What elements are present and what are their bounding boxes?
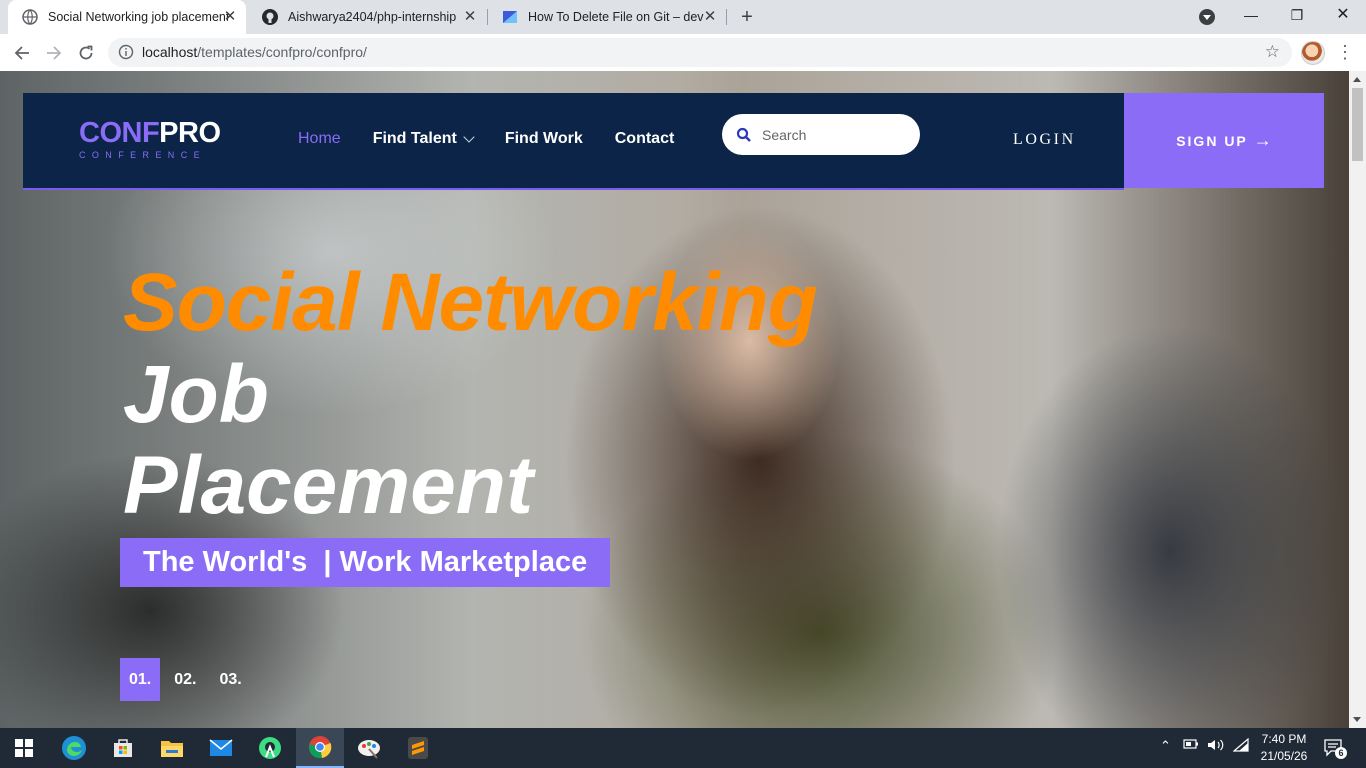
start-icon[interactable] <box>0 728 48 768</box>
slide-1-button[interactable]: 01. <box>120 658 161 701</box>
search-icon[interactable] <box>736 127 752 143</box>
page-scrollbar[interactable] <box>1349 71 1366 728</box>
tab-title: How To Delete File on Git – devco <box>528 10 704 24</box>
signup-label: SIGN UP <box>1176 132 1248 149</box>
tab-separator <box>726 9 727 25</box>
file-explorer-icon[interactable] <box>148 728 196 768</box>
sublime-icon[interactable] <box>394 728 442 768</box>
chrome-icon[interactable] <box>296 728 344 768</box>
mail-icon[interactable] <box>197 728 245 768</box>
hero-title-line2: Job <box>123 349 269 440</box>
address-bar[interactable]: localhost/templates/confpro/confpro/ ☆ <box>108 38 1292 67</box>
hero-tagline-text: The World's | Work Marketplace <box>143 546 588 578</box>
main-menu: Home Find Talent Find Work Contact <box>298 130 706 148</box>
new-tab-button[interactable]: + <box>736 6 758 28</box>
slide-2-button[interactable]: 02. <box>165 658 205 701</box>
nav-home[interactable]: Home <box>298 130 341 148</box>
android-studio-icon[interactable] <box>246 728 294 768</box>
volume-icon[interactable] <box>1207 738 1225 755</box>
profile-avatar[interactable] <box>1301 41 1325 65</box>
back-button[interactable] <box>9 40 35 66</box>
logo-text-conf: CONF <box>79 117 160 149</box>
url-host: localhost <box>142 44 198 60</box>
close-tab-icon[interactable]: ✕ <box>222 9 238 25</box>
scroll-up-arrow[interactable] <box>1353 77 1361 82</box>
scrollbar-thumb[interactable] <box>1352 88 1363 161</box>
hero-title-line1: Social Networking <box>123 257 818 348</box>
info-icon[interactable] <box>118 44 134 60</box>
edge-icon[interactable] <box>50 728 98 768</box>
page-viewport: CONFPRO CONFERENCE Home Find Talent Find… <box>0 71 1349 728</box>
site-header: CONFPRO CONFERENCE Home Find Talent Find… <box>23 93 1124 190</box>
close-tab-icon[interactable]: ✕ <box>462 9 478 25</box>
minimize-button[interactable]: — <box>1228 0 1274 30</box>
battery-icon[interactable] <box>1183 738 1199 753</box>
signup-button[interactable]: SIGN UP → <box>1124 93 1324 188</box>
browser-tab-bar: Social Networking job placement ✕ Aishwa… <box>0 0 1366 34</box>
search-input[interactable] <box>760 124 914 146</box>
github-icon <box>262 9 278 25</box>
close-tab-icon[interactable]: ✕ <box>702 9 718 25</box>
slide-3-button[interactable]: 03. <box>211 658 251 701</box>
reload-icon <box>79 45 93 60</box>
tab-title: Social Networking job placement <box>48 10 228 24</box>
nav-contact[interactable]: Contact <box>615 130 675 148</box>
clock-time: 7:40 PM <box>1261 732 1307 746</box>
nav-find-talent[interactable]: Find Talent <box>372 130 475 148</box>
devconnected-icon <box>502 9 518 25</box>
notification-center-icon[interactable]: 6 <box>1323 737 1347 759</box>
arrow-left-icon <box>14 46 29 60</box>
close-window-button[interactable]: ✕ <box>1320 0 1366 30</box>
nav-find-work[interactable]: Find Work <box>505 130 583 148</box>
site-search-box <box>722 114 920 155</box>
tab-search-icon[interactable] <box>1199 9 1215 25</box>
paint-icon[interactable] <box>345 728 393 768</box>
tab-title: Aishwarya2404/php-internship <box>288 10 457 24</box>
globe-icon <box>22 9 38 25</box>
bookmark-star-icon[interactable]: ☆ <box>1265 43 1280 61</box>
browser-tab-social-networking[interactable]: Social Networking job placement ✕ <box>8 0 246 34</box>
reload-button[interactable] <box>73 40 99 66</box>
browser-menu-icon[interactable]: ⋮ <box>1336 42 1354 62</box>
windows-taskbar: ⌃ 7:40 PM 21/05/26 6 <box>0 728 1366 768</box>
scroll-down-arrow[interactable] <box>1353 717 1361 722</box>
logo-text-pro: PRO <box>159 117 221 149</box>
chevron-down-icon <box>463 130 475 143</box>
arrow-right-icon: → <box>1253 130 1272 150</box>
restore-button[interactable]: ❐ <box>1274 0 1320 30</box>
nav-find-talent-label: Find Talent <box>372 130 457 147</box>
logo-tagline: CONFERENCE <box>79 150 207 160</box>
arrow-right-icon <box>47 46 62 60</box>
browser-toolbar: localhost/templates/confpro/confpro/ ☆ ⋮ <box>0 34 1366 72</box>
hero-tagline: The World's | Work Marketplace <box>120 538 611 587</box>
url-path: /templates/confpro/confpro/ <box>197 44 367 60</box>
site-logo[interactable]: CONFPRO CONFERENCE <box>79 118 221 160</box>
notification-count: 6 <box>1335 747 1347 759</box>
tray-chevron-up-icon[interactable]: ⌃ <box>1160 738 1171 754</box>
clock-date: 21/05/26 <box>1260 749 1308 763</box>
login-link[interactable]: LOGIN <box>1013 131 1076 149</box>
browser-tab-github[interactable]: Aishwarya2404/php-internship ✕ <box>248 0 486 34</box>
forward-button[interactable] <box>41 40 67 66</box>
wifi-icon[interactable] <box>1232 737 1249 755</box>
system-clock[interactable]: 7:40 PM 21/05/26 <box>1256 731 1312 765</box>
browser-tab-devconnected[interactable]: How To Delete File on Git – devco ✕ <box>488 0 726 34</box>
hero-title-line3: Placement <box>123 440 534 531</box>
url-text[interactable]: localhost/templates/confpro/confpro/ <box>142 44 367 60</box>
slider-pagination: 01. 02. 03. <box>120 658 256 701</box>
store-icon[interactable] <box>99 728 147 768</box>
